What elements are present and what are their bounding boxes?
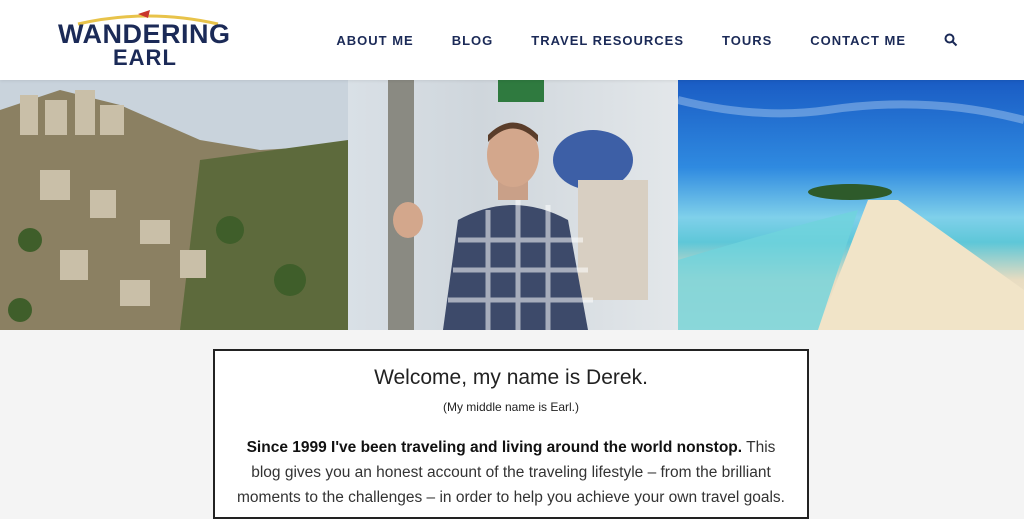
hillside-village-image bbox=[0, 80, 348, 330]
nav-tours[interactable]: TOURS bbox=[722, 33, 772, 48]
welcome-subtitle: (My middle name is Earl.) bbox=[442, 400, 580, 414]
welcome-box: Welcome, my name is Derek. (My middle na… bbox=[213, 349, 809, 519]
logo-text-top: WANDERING bbox=[58, 19, 231, 49]
village-illustration bbox=[0, 80, 348, 330]
welcome-body-bold: Since 1999 I've been traveling and livin… bbox=[246, 439, 743, 456]
hero-banner bbox=[0, 80, 1024, 330]
welcome-body: Since 1999 I've been traveling and livin… bbox=[237, 435, 785, 510]
beach-illustration bbox=[678, 96, 1024, 330]
traveler-illustration bbox=[388, 80, 648, 330]
logo-text-bottom: EARL bbox=[113, 45, 177, 70]
welcome-title: Welcome, my name is Derek. bbox=[374, 366, 648, 389]
nav-contact-me[interactable]: CONTACT ME bbox=[810, 33, 906, 48]
beach-image bbox=[678, 80, 1024, 330]
site-logo[interactable]: WANDERING EARL bbox=[58, 10, 238, 72]
main-nav: ABOUT ME BLOG TRAVEL RESOURCES TOURS CON… bbox=[336, 0, 958, 80]
search-icon bbox=[944, 33, 958, 47]
nav-blog[interactable]: BLOG bbox=[452, 33, 494, 48]
search-button[interactable] bbox=[944, 33, 958, 47]
nav-travel-resources[interactable]: TRAVEL RESOURCES bbox=[531, 33, 684, 48]
traveler-portrait-image bbox=[348, 80, 678, 330]
nav-about-me[interactable]: ABOUT ME bbox=[336, 33, 413, 48]
site-header: WANDERING EARL ABOUT ME BLOG TRAVEL RESO… bbox=[0, 0, 1024, 80]
